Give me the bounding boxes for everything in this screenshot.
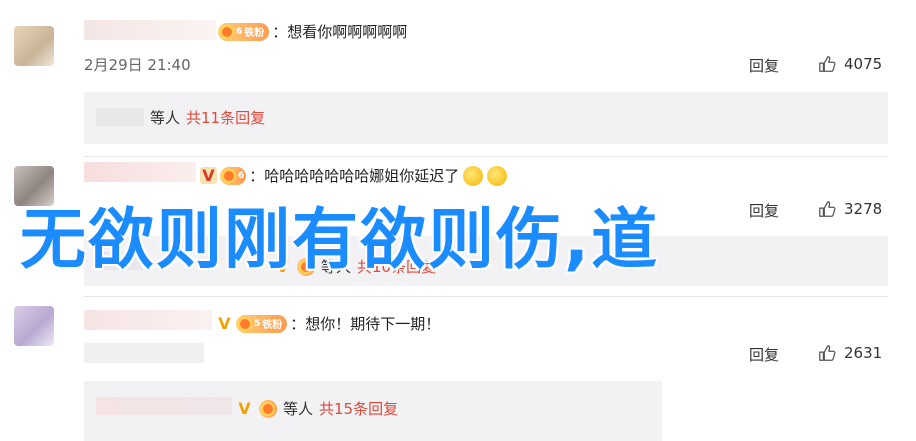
fan-badge-label: 铁粉 xyxy=(262,320,283,331)
like-button[interactable]: 3278 xyxy=(818,200,882,218)
username[interactable] xyxy=(84,162,196,182)
fan-badge[interactable]: 6 铁粉 xyxy=(218,22,270,41)
avatar[interactable] xyxy=(14,306,54,346)
verified-icon: V xyxy=(200,167,217,184)
comment-date-blurred xyxy=(84,343,204,363)
comment-text: ：想看你啊啊啊啊啊 xyxy=(272,23,408,41)
medal-icon xyxy=(220,24,234,39)
thumbs-up-icon xyxy=(819,56,836,72)
verified-icon: V xyxy=(218,314,231,333)
comment-text: ：哈哈哈哈哈哈哈娜姐你延迟了 xyxy=(249,167,460,185)
medal-icon xyxy=(238,316,252,331)
laughing-emoji-icon xyxy=(463,165,484,186)
like-count: 3278 xyxy=(844,200,883,218)
medal-icon xyxy=(222,168,236,183)
reply-user-avatars xyxy=(96,108,144,126)
reply-button[interactable]: 回复 xyxy=(749,344,779,365)
comment-header: V 6 ：哈哈哈哈哈哈哈娜姐你延迟了 xyxy=(200,165,508,186)
username[interactable] xyxy=(84,310,212,330)
reply-button[interactable]: 回复 xyxy=(749,55,779,76)
divider xyxy=(84,156,888,157)
comment-header: 6 铁粉 ：想看你啊啊啊啊啊 xyxy=(218,21,407,42)
reply-user-avatars xyxy=(96,397,232,415)
reply-button[interactable]: 回复 xyxy=(749,200,779,221)
medal-icon xyxy=(261,401,275,416)
reply-thread-box[interactable]: 等人 共11条回复 xyxy=(84,92,888,144)
fan-badge-label: 铁粉 xyxy=(244,28,265,39)
reply-others-label: 等人 xyxy=(283,400,314,418)
thumbs-up-icon xyxy=(819,345,836,361)
like-count: 4075 xyxy=(844,55,883,73)
laughing-emoji-icon xyxy=(487,165,508,186)
fan-badge[interactable]: 5 铁粉 xyxy=(236,314,288,333)
fan-level: 6 xyxy=(236,26,243,37)
avatar[interactable] xyxy=(14,26,54,66)
comment-date: 2月29日 21:40 xyxy=(84,56,191,74)
comment-text: ：想你！期待下一期！ xyxy=(290,315,441,333)
reply-thread-box[interactable]: V 等人 共15条回复 xyxy=(84,381,662,441)
like-button[interactable]: 4075 xyxy=(818,55,882,73)
fan-level: 5 xyxy=(254,318,261,329)
comment-header: V 5 铁粉 ：想你！期待下一期！ xyxy=(216,313,440,334)
verified-icon: V xyxy=(238,399,251,418)
reply-others-label: 等人 xyxy=(150,109,181,127)
like-count: 2631 xyxy=(844,344,883,362)
divider xyxy=(84,296,888,297)
fan-badge xyxy=(259,399,277,418)
like-button[interactable]: 2631 xyxy=(818,344,882,362)
thumbs-up-icon xyxy=(819,201,836,217)
username[interactable] xyxy=(84,20,216,40)
reply-count-link[interactable]: 共15条回复 xyxy=(319,398,398,419)
fan-badge[interactable]: 6 xyxy=(220,166,247,185)
reply-count-link[interactable]: 共11条回复 xyxy=(186,107,265,128)
fan-level: 6 xyxy=(238,170,245,181)
overlay-caption: 无欲则刚有欲则伤,道 xyxy=(20,201,660,278)
